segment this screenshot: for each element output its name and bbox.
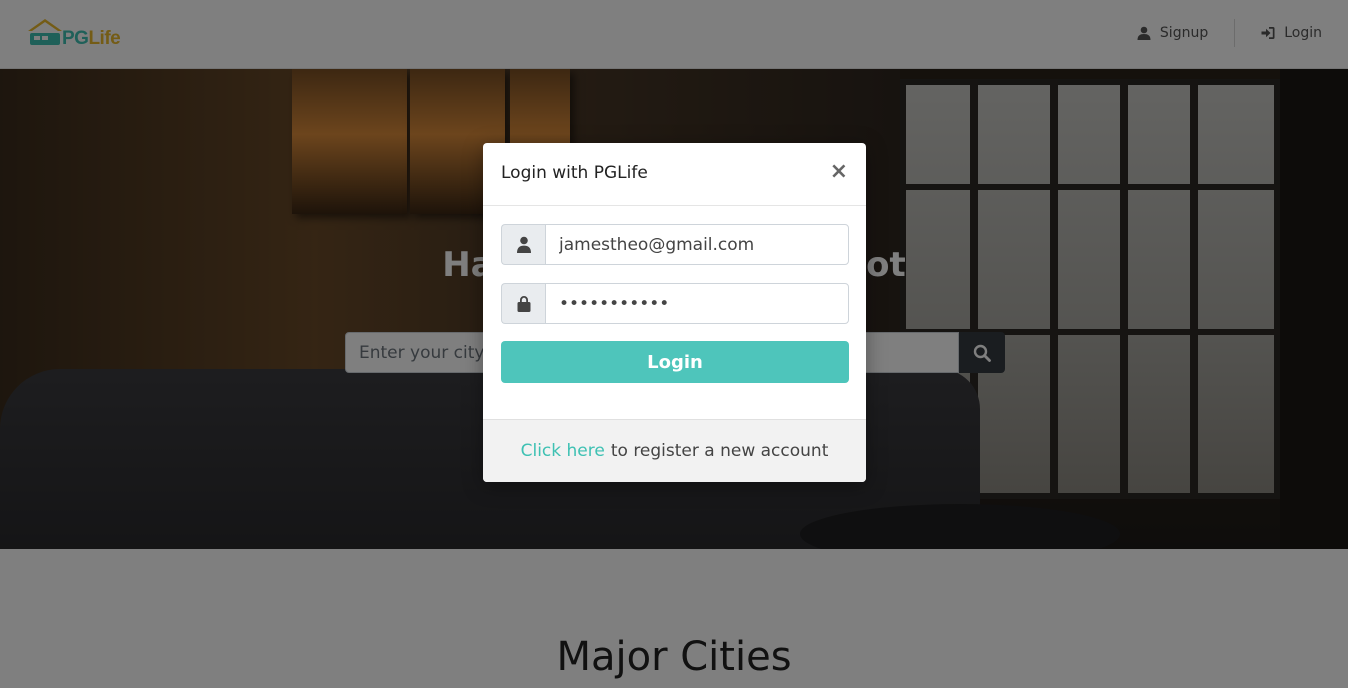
register-link[interactable]: Click here [521, 441, 605, 461]
email-addon [501, 224, 545, 265]
modal-body: Login [483, 206, 866, 383]
modal-header: Login with PGLife × [483, 143, 866, 206]
password-addon [501, 283, 545, 324]
close-button[interactable]: × [830, 161, 848, 183]
register-text: to register a new account [610, 441, 829, 461]
login-submit-button[interactable]: Login [501, 341, 849, 383]
email-input[interactable] [545, 224, 849, 265]
lock-icon [517, 296, 530, 312]
modal-title: Login with PGLife [501, 163, 648, 183]
password-input[interactable] [545, 283, 849, 324]
password-field-group [501, 283, 849, 324]
login-modal: Login with PGLife × Login Click he [483, 143, 866, 482]
user-icon [516, 236, 531, 253]
modal-footer: Click here to register a new account [483, 419, 866, 482]
email-field-group [501, 224, 849, 265]
